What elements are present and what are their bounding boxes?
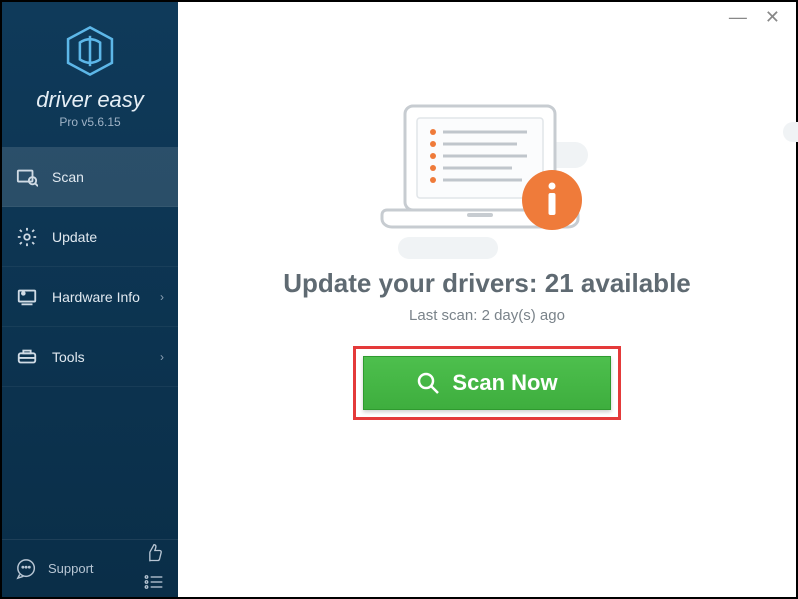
scan-now-button[interactable]: Scan Now [363, 356, 611, 410]
sidebar-item-label: Update [52, 229, 97, 245]
support-label[interactable]: Support [48, 561, 94, 576]
sidebar-item-tools[interactable]: Tools › [2, 327, 178, 387]
sidebar-item-label: Tools [52, 349, 85, 365]
minimize-button[interactable]: — [729, 8, 747, 26]
sidebar-item-hardware-info[interactable]: Hardware Info › [2, 267, 178, 327]
decorative-cloud [783, 122, 798, 142]
gear-icon [16, 226, 38, 248]
sidebar-item-update[interactable]: Update [2, 207, 178, 267]
close-button[interactable]: ✕ [765, 8, 780, 26]
sidebar-nav: Scan Update Hardware Info › [2, 147, 178, 539]
version-label: Pro v5.6.15 [2, 115, 178, 129]
hardware-icon [16, 286, 38, 308]
app-logo-icon [63, 24, 117, 78]
last-scan-value: 2 day(s) ago [482, 307, 565, 324]
sidebar: driver easy Pro v5.6.15 Scan Update [2, 2, 178, 597]
app-root: driver easy Pro v5.6.15 Scan Update [2, 2, 796, 597]
tools-icon [16, 346, 38, 368]
footer-right-icons [144, 543, 164, 595]
chevron-right-icon: › [160, 350, 164, 364]
scan-icon [16, 166, 38, 188]
scan-highlight-box: Scan Now [353, 346, 621, 420]
chevron-right-icon: › [160, 290, 164, 304]
sidebar-footer: Support [2, 539, 178, 597]
logo-block: driver easy Pro v5.6.15 [2, 2, 178, 147]
headline: Update your drivers: 21 available [283, 268, 691, 299]
brand-name: driver easy [2, 87, 178, 113]
list-icon[interactable] [144, 574, 164, 595]
last-scan-prefix: Last scan: [409, 307, 482, 324]
headline-suffix: available [574, 268, 691, 298]
sidebar-item-scan[interactable]: Scan [2, 147, 178, 207]
thumbs-up-icon[interactable] [144, 543, 164, 568]
support-icon[interactable] [16, 558, 38, 580]
headline-prefix: Update your drivers: [283, 268, 545, 298]
window-controls: — ✕ [729, 2, 796, 32]
sidebar-item-label: Hardware Info [52, 289, 140, 305]
sidebar-item-label: Scan [52, 169, 84, 185]
main-panel: Update your drivers: 21 available Last s… [178, 2, 796, 597]
laptop-illustration [367, 100, 607, 250]
last-scan-line: Last scan: 2 day(s) ago [409, 307, 565, 324]
scan-button-label: Scan Now [452, 370, 557, 396]
available-count: 21 [545, 268, 574, 298]
search-icon [416, 371, 440, 395]
